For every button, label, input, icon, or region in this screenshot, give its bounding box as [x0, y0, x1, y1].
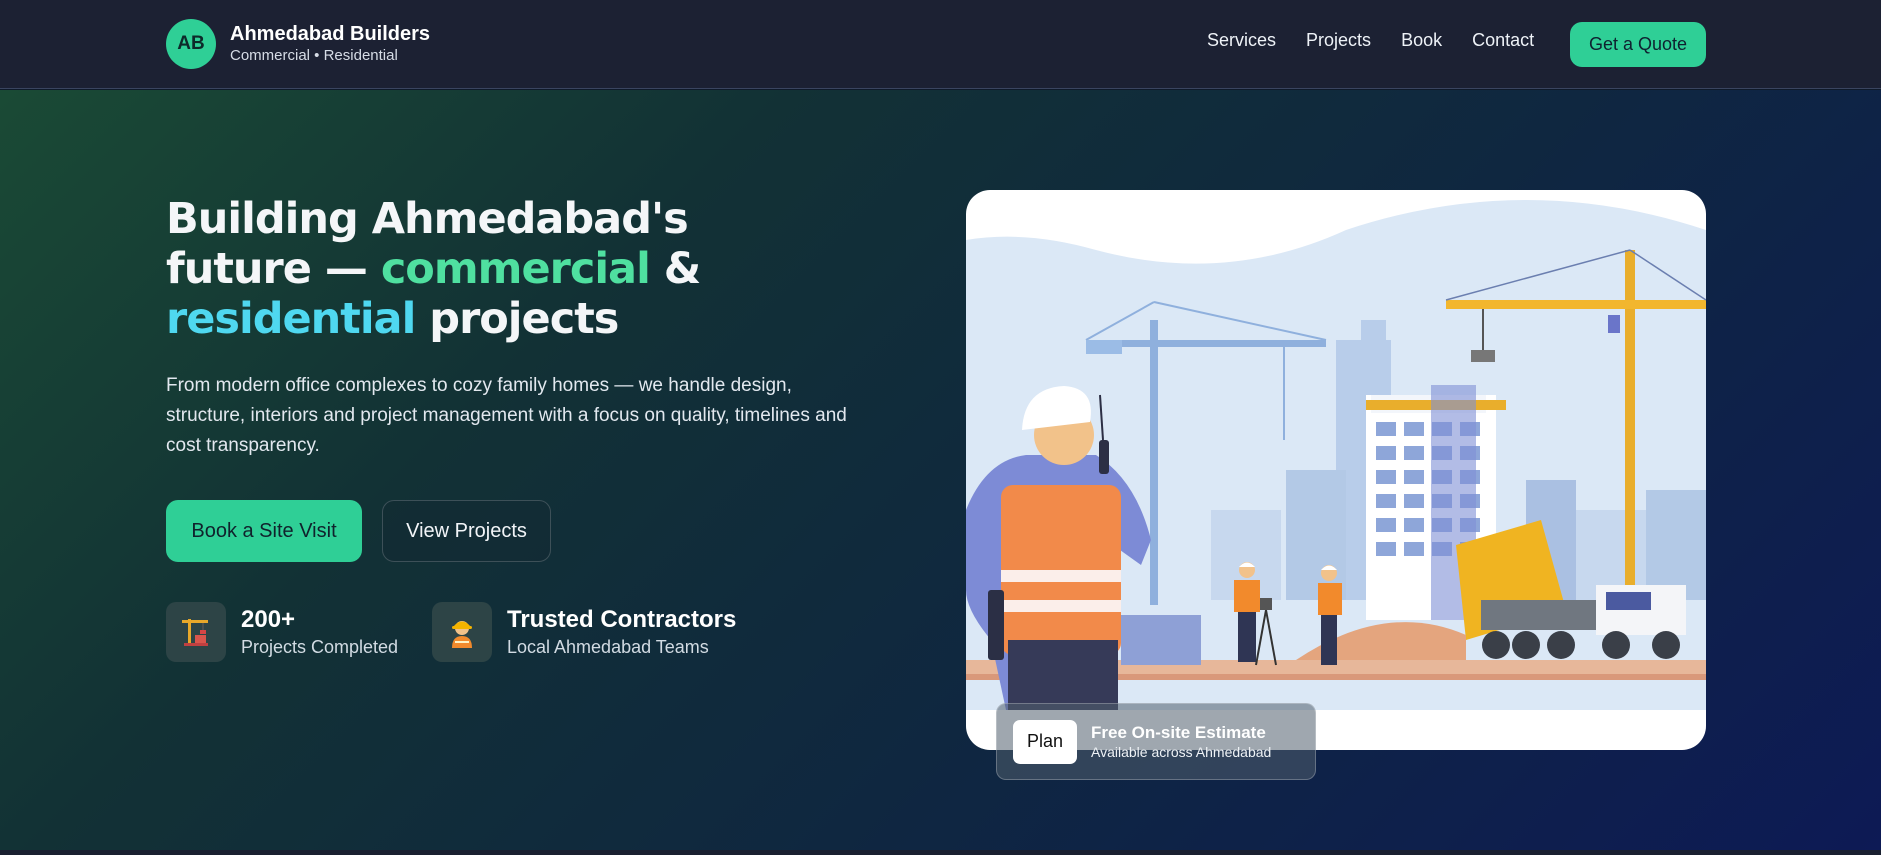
- brand-name: Ahmedabad Builders: [230, 23, 431, 45]
- construction-worker-icon: [432, 602, 492, 662]
- headline-projects: projects: [415, 294, 619, 344]
- stat-projects-text: 200+ Projects Completed: [241, 605, 398, 659]
- stat-value: 200+: [241, 606, 296, 633]
- headline-line-1: Building Ahmedabad's: [166, 194, 689, 244]
- get-quote-button[interactable]: Get a Quote: [1570, 22, 1706, 67]
- stat-contractors-text: Trusted Contractors Local Ahmedabad Team…: [507, 605, 736, 659]
- stat-projects: 200+ Projects Completed: [166, 602, 398, 662]
- brand-tagline: Commercial • Residential: [230, 47, 398, 64]
- brand-text: Ahmedabad Builders Commercial • Resident…: [230, 22, 430, 66]
- nav-book[interactable]: Book: [1401, 30, 1442, 51]
- site-header: AB Ahmedabad Builders Commercial • Resid…: [0, 0, 1881, 89]
- brand[interactable]: AB Ahmedabad Builders Commercial • Resid…: [166, 19, 430, 69]
- badge-text: Free On-site Estimate Available across A…: [1091, 723, 1271, 761]
- construction-site-illustration: [966, 190, 1706, 750]
- stat-value: Trusted Contractors: [507, 606, 737, 633]
- hero-headline: Building Ahmedabad's future — commercial…: [166, 194, 702, 344]
- construction-crane-icon: [166, 602, 226, 662]
- nav-contact[interactable]: Contact: [1472, 30, 1534, 51]
- plan-button[interactable]: Plan: [1013, 719, 1077, 764]
- page-bottom-divider: [0, 850, 1881, 855]
- badge-subtitle: Available across Ahmedabad: [1091, 743, 1272, 760]
- headline-ampersand: &: [649, 244, 702, 294]
- headline-future: future —: [166, 244, 381, 294]
- stat-contractors: Trusted Contractors Local Ahmedabad Team…: [432, 602, 736, 662]
- book-site-visit-button[interactable]: Book a Site Visit: [166, 500, 362, 562]
- badge-title: Free On-site Estimate: [1091, 722, 1266, 742]
- estimate-badge[interactable]: Plan Free On-site Estimate Available acr…: [996, 703, 1316, 780]
- stat-label: Projects Completed: [241, 637, 399, 657]
- headline-commercial: commercial: [380, 244, 651, 294]
- headline-residential: residential: [166, 294, 416, 344]
- hero-description: From modern office complexes to cozy fam…: [166, 375, 847, 456]
- nav-services[interactable]: Services: [1207, 30, 1276, 51]
- stat-label: Local Ahmedabad Teams: [507, 637, 709, 657]
- main-nav: Services Projects Book Contact: [1207, 30, 1534, 51]
- logo-badge[interactable]: AB: [166, 19, 216, 69]
- view-projects-button[interactable]: View Projects: [382, 500, 551, 562]
- nav-projects[interactable]: Projects: [1306, 30, 1371, 51]
